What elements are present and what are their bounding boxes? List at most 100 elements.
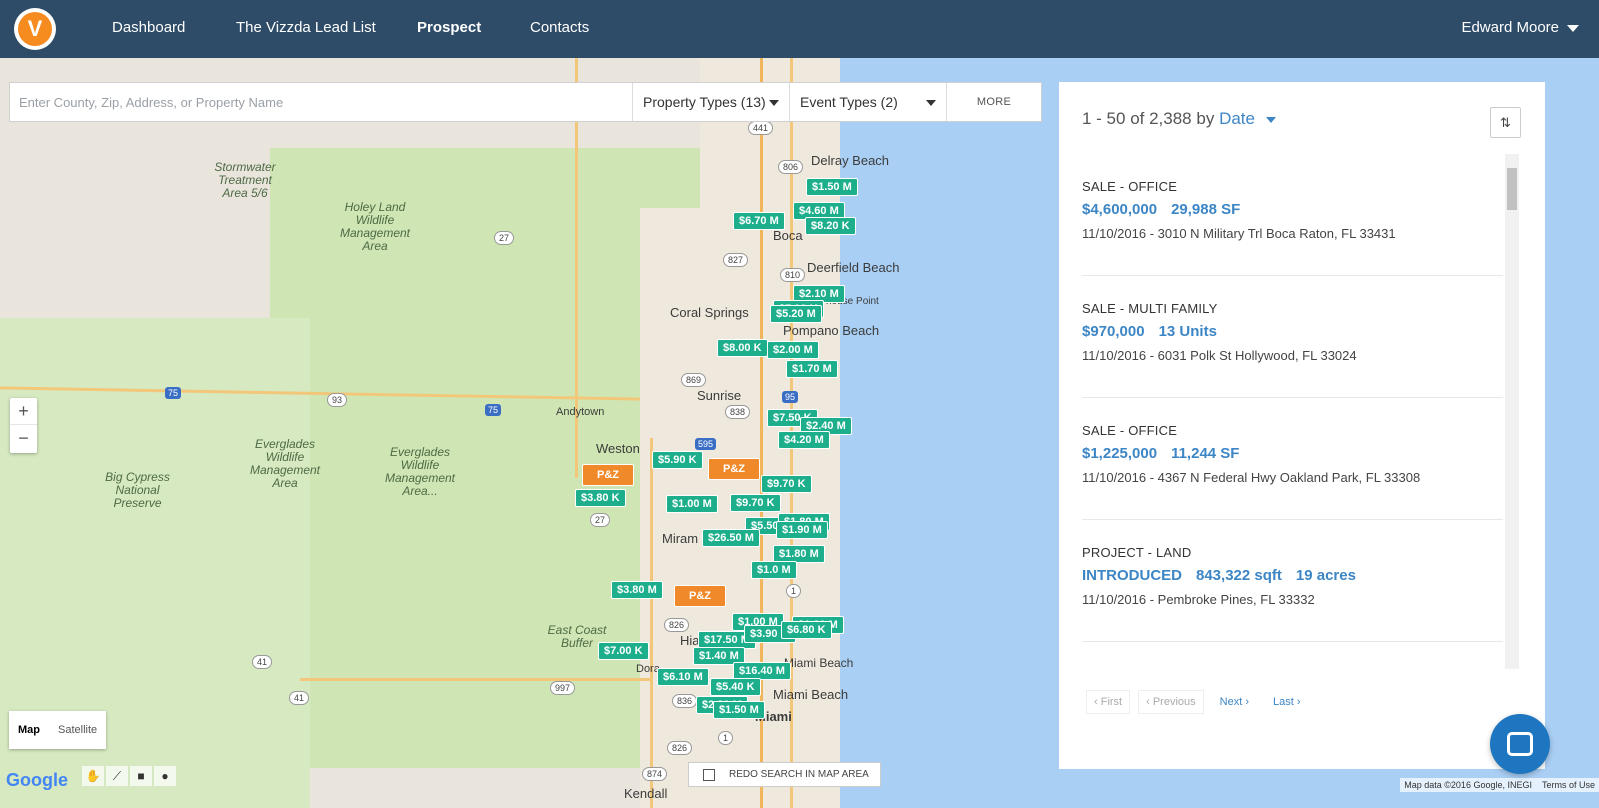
route-shield: 838 — [725, 405, 751, 419]
sort-by-dropdown[interactable]: Date — [1219, 109, 1255, 128]
chat-launcher-button[interactable] — [1490, 714, 1550, 774]
interstate-shield: 75 — [165, 387, 182, 399]
item-values: INTRODUCED 843,322 sqft 19 acres — [1082, 567, 1503, 584]
zoom-out-button[interactable]: − — [10, 425, 37, 452]
city-label: Weston — [596, 441, 640, 456]
price-pin[interactable]: $7.00 K — [598, 642, 649, 660]
route-shield: 441 — [748, 121, 774, 135]
city-label: Miami Beach — [773, 687, 849, 702]
price-pin[interactable]: $5.90 K — [652, 451, 703, 469]
previous-page-button[interactable]: ‹ Previous — [1138, 690, 1204, 714]
price-pin[interactable]: $8.00 K — [717, 339, 768, 357]
item-value-3: 19 acres — [1295, 567, 1356, 584]
results-list: SALE - OFFICE $4,600,000 29,988 SF 11/10… — [1082, 154, 1503, 664]
map-label: Everglades Wildlife Management Area... — [384, 445, 456, 498]
redo-search-checkbox[interactable]: REDO SEARCH IN MAP AREA — [688, 762, 881, 787]
zoom-in-button[interactable]: + — [10, 398, 37, 425]
price-pin[interactable]: $3.80 K — [575, 489, 626, 507]
nav-dashboard[interactable]: Dashboard — [112, 19, 185, 36]
pz-pin[interactable]: P&Z — [582, 464, 634, 486]
price-pin[interactable]: $9.70 K — [730, 494, 781, 512]
circle-icon[interactable]: ● — [154, 766, 176, 786]
vizzda-logo[interactable]: V — [14, 8, 56, 50]
scrollbar-thumb[interactable] — [1507, 168, 1517, 210]
list-item[interactable]: SALE - OFFICE $1,225,000 11,244 SF 11/10… — [1082, 398, 1503, 520]
price-pin[interactable]: $8.20 K — [805, 217, 856, 235]
price-pin[interactable]: $2.00 M — [767, 341, 819, 359]
price-pin[interactable]: $1.00 M — [666, 495, 718, 513]
price-pin[interactable]: $4.20 M — [778, 431, 830, 449]
item-value-2: 11,244 SF — [1171, 445, 1240, 462]
item-address: 11/10/2016 - 3010 N Military Trl Boca Ra… — [1082, 226, 1396, 241]
route-shield: 874 — [642, 767, 668, 781]
property-types-dropdown[interactable]: Property Types (13) — [633, 83, 790, 121]
terms-link[interactable]: Terms of Use — [1542, 780, 1595, 790]
price-pin[interactable]: $5.40 K — [710, 678, 761, 696]
satellite-view-button[interactable]: Satellite — [49, 711, 106, 749]
route-shield: 997 — [550, 681, 576, 695]
price-pin[interactable]: $9.70 K — [761, 475, 812, 493]
route-shield: 836 — [672, 694, 698, 708]
item-value-1: $970,000 — [1082, 323, 1145, 340]
nav-prospect[interactable]: Prospect — [417, 19, 481, 36]
pagination: ‹ First ‹ Previous Next › Last › — [1086, 690, 1309, 714]
nav-lead-list[interactable]: The Vizzda Lead List — [236, 19, 376, 36]
route-shield: 1 — [786, 584, 802, 598]
event-types-dropdown[interactable]: Event Types (2) — [790, 83, 947, 121]
list-item[interactable]: SALE - OFFICE $4,600,000 29,988 SF 11/10… — [1082, 154, 1503, 276]
checkbox-icon[interactable] — [703, 768, 715, 781]
item-values: $1,225,000 11,244 SF — [1082, 445, 1503, 462]
city-label: Miram — [662, 531, 699, 546]
scrollbar[interactable] — [1505, 154, 1519, 669]
city-label: Boca — [773, 228, 803, 243]
route-shield: 41 — [289, 691, 310, 705]
list-item[interactable]: PROJECT - LAND INTRODUCED 843,322 sqft 1… — [1082, 520, 1503, 642]
price-pin[interactable]: $1.50 M — [713, 701, 765, 719]
city-label: Kendall — [624, 786, 668, 801]
city-label: Delray Beach — [811, 153, 890, 168]
map-view-button[interactable]: Map — [9, 711, 49, 749]
price-pin[interactable]: $1.50 M — [806, 178, 858, 196]
more-button[interactable]: MORE — [947, 83, 1041, 121]
map-label: Big Cypress National Preserve — [105, 470, 170, 510]
rectangle-icon[interactable]: ■ — [130, 766, 152, 786]
first-page-button[interactable]: ‹ First — [1086, 690, 1131, 714]
results-count: 1 - 50 of 2,388 by Date — [1082, 109, 1255, 129]
route-shield: 41 — [252, 655, 273, 669]
pz-pin[interactable]: P&Z — [708, 458, 760, 480]
map-label: Everglades Wildlife Management Area — [249, 437, 321, 490]
last-page-button[interactable]: Last › — [1265, 690, 1309, 714]
price-pin[interactable]: $1.0 M — [751, 561, 797, 579]
nav-contacts[interactable]: Contacts — [530, 19, 589, 36]
route-shield: 826 — [664, 618, 690, 632]
route-shield: 27 — [494, 231, 515, 245]
list-item[interactable]: SALE - INDUSTRIAL — [1082, 642, 1503, 664]
price-pin[interactable]: $1.90 M — [776, 521, 828, 539]
price-pin[interactable]: $6.70 M — [733, 212, 785, 230]
pz-pin[interactable]: P&Z — [674, 585, 726, 607]
chevron-down-icon[interactable] — [1567, 25, 1579, 32]
list-item[interactable]: SALE - MULTI FAMILY $970,000 13 Units 11… — [1082, 276, 1503, 398]
map-type-control: Map Satellite — [9, 711, 107, 749]
price-pin[interactable]: $1.70 M — [786, 360, 838, 378]
polygon-icon[interactable]: ⟋ — [106, 766, 128, 786]
city-label: Andytown — [556, 406, 605, 418]
user-menu[interactable]: Edward Moore — [1461, 19, 1559, 36]
price-pin[interactable]: $3.80 M — [611, 581, 663, 599]
item-value-2: 29,988 SF — [1171, 201, 1241, 218]
route-shield: 827 — [723, 253, 749, 267]
hand-icon[interactable]: ✋ — [82, 766, 104, 786]
price-pin[interactable]: $6.10 M — [657, 668, 709, 686]
price-pin[interactable]: $26.50 M — [702, 529, 760, 547]
next-page-button[interactable]: Next › — [1212, 690, 1257, 714]
item-value-1: INTRODUCED — [1082, 567, 1182, 584]
sort-order-button[interactable]: ⇅ — [1490, 107, 1521, 138]
map-attribution: Map data ©2016 Google, INEGI Terms of Us… — [1400, 778, 1599, 792]
price-pin[interactable]: $6.80 K — [781, 621, 832, 639]
city-label: Sunrise — [697, 388, 742, 403]
results-panel: 1 - 50 of 2,388 by Date ⇅ SALE - OFFICE … — [1059, 82, 1545, 769]
price-pin[interactable]: $5.20 M — [770, 305, 822, 323]
city-label: Miami Beach — [784, 656, 854, 670]
search-input[interactable] — [10, 83, 633, 121]
chevron-down-icon[interactable] — [1266, 117, 1276, 123]
